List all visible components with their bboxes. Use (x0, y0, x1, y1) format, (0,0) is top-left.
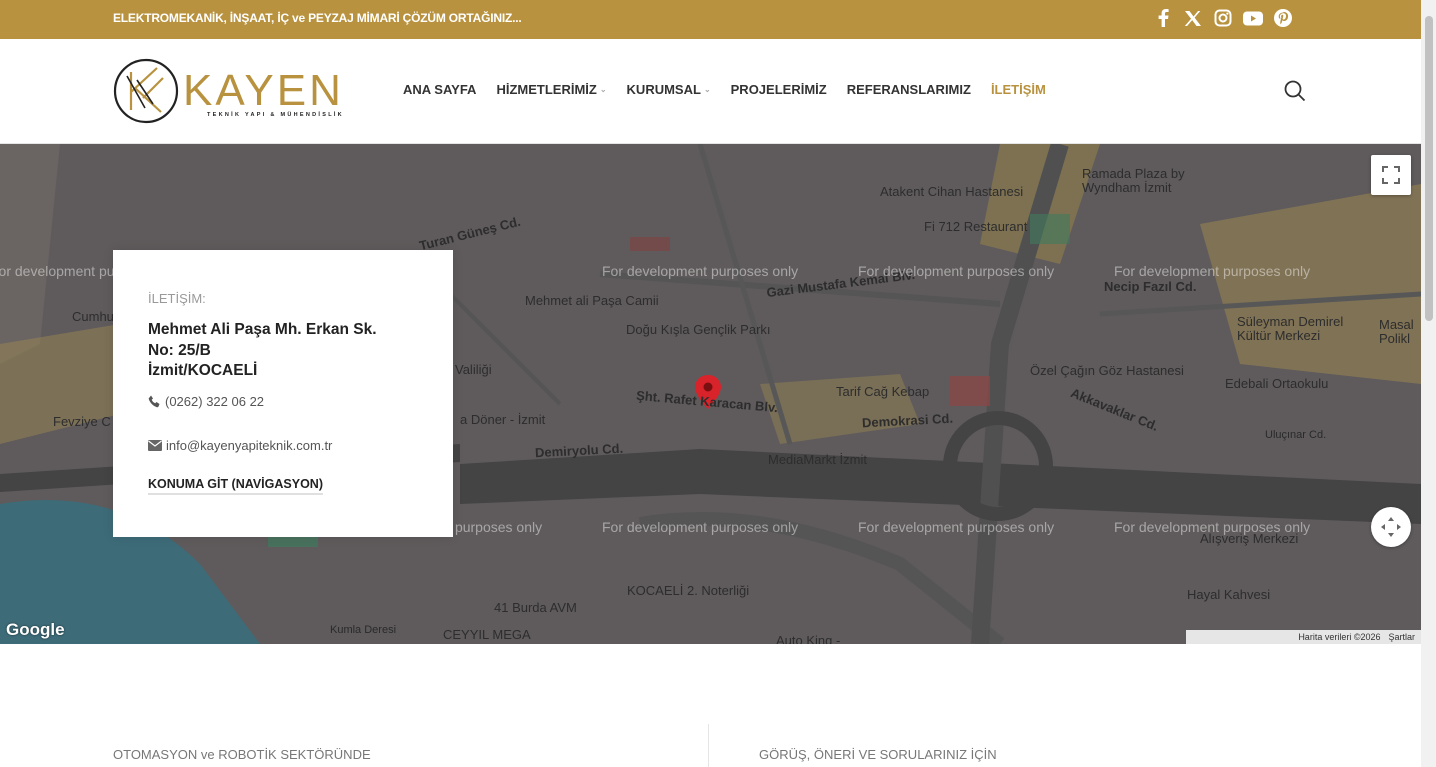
map-terms-link[interactable]: Şartlar (1388, 632, 1415, 642)
nav-label: ANA SAYFA (403, 82, 477, 97)
nav-iletisim[interactable]: İLETİŞİM (991, 82, 1046, 97)
map-poi[interactable]: Kültür Merkezi (1237, 328, 1320, 343)
map-poi[interactable]: Wyndham İzmit (1082, 180, 1171, 195)
map-street: Kumla Deresi (330, 624, 397, 636)
map-poi[interactable]: Cumhu (72, 309, 114, 324)
youtube-icon[interactable] (1243, 8, 1263, 28)
page-scrollbar[interactable] (1421, 0, 1436, 767)
logo-tagline: TEKNİK YAPI & MÜHENDİSLİK (207, 111, 344, 118)
chevron-down-icon: ⌄ (703, 85, 711, 94)
map-camera-control-icon[interactable] (1371, 507, 1411, 547)
site-header: KAYEN TEKNİK YAPI & MÜHENDİSLİK ANA SAYF… (0, 39, 1421, 144)
map-poi[interactable]: Edebali Ortaokulu (1225, 376, 1328, 391)
contact-card: İLETİŞİM: Mehmet Ali Paşa Mh. Erkan Sk. … (113, 250, 453, 537)
dev-watermark: For development purposes only (858, 519, 1055, 535)
section-divider (708, 724, 709, 767)
map-poi[interactable]: KOCAELİ 2. Noterliği (627, 583, 749, 598)
nav-label: KURUMSAL (626, 82, 701, 97)
map-poi[interactable]: Fevziye C (53, 414, 111, 429)
address-line: Mehmet Ali Paşa Mh. Erkan Sk. (148, 321, 377, 338)
contact-address: Mehmet Ali Paşa Mh. Erkan Sk. No: 25/B İ… (148, 320, 418, 382)
chevron-down-icon: ⌄ (599, 85, 607, 94)
nav-label: REFERANSLARIMIZ (846, 82, 971, 97)
scrollbar-thumb[interactable] (1425, 16, 1433, 321)
map-poi[interactable]: Atakent Cihan Hastanesi (880, 184, 1023, 199)
nav-referanslarimiz[interactable]: REFERANSLARIMIZ (847, 82, 971, 97)
nav-projelerimiz[interactable]: PROJELERİMİZ (731, 82, 827, 97)
map-attribution: Harita verileri ©2026 Şartlar (1186, 630, 1421, 644)
dev-watermark: For development purposes only (602, 263, 799, 279)
map-poi[interactable]: Süleyman Demirel (1237, 314, 1343, 329)
nav-ana-sayfa[interactable]: ANA SAYFA (403, 82, 476, 97)
map-poi[interactable]: CEYYIL MEGA (443, 627, 531, 642)
kayen-logo[interactable]: KAYEN TEKNİK YAPI & MÜHENDİSLİK (113, 58, 365, 124)
pinterest-icon[interactable] (1273, 8, 1293, 28)
social-links (1153, 8, 1293, 28)
navigation-link[interactable]: KONUMA GİT (NAVİGASYON) (148, 477, 323, 495)
map-data-credit[interactable]: Harita verileri ©2026 (1298, 632, 1380, 642)
map-poi[interactable]: Auto King - (776, 633, 840, 644)
address-line: No: 25/B (148, 341, 211, 359)
contact-phone[interactable]: (0262) 322 06 22 (148, 394, 418, 409)
email-text: info@kayenyapiteknik.com.tr (166, 437, 333, 453)
top-bar: ELEKTROMEKANİK, İNŞAAT, İÇ ve PEYZAJ MİM… (0, 0, 1421, 39)
dev-watermark: For development purposes only (602, 519, 799, 535)
map-poi[interactable]: Masal (1379, 317, 1414, 332)
map-poi[interactable]: Hayal Kahvesi (1187, 587, 1270, 602)
section-heading-feedback: GÖRÜŞ, ÖNERİ VE SORULARINIZ İÇİN (759, 747, 997, 762)
address-line: İzmit/KOCAELİ (148, 362, 258, 379)
nav-label: İLETİŞİM (990, 82, 1046, 97)
contact-email[interactable]: info@kayenyapiteknik.com.tr (148, 438, 418, 453)
x-icon[interactable] (1183, 8, 1203, 28)
phone-text: (0262) 322 06 22 (165, 393, 265, 409)
search-icon[interactable] (1284, 80, 1306, 102)
map-poi[interactable]: Doğu Kışla Gençlik Parkı (626, 322, 771, 337)
map-street: Uluçınar Cd. (1265, 429, 1327, 441)
logo-wordmark: KAYEN (183, 66, 344, 115)
map-poi[interactable]: 41 Burda AVM (494, 600, 577, 615)
phone-icon (148, 395, 160, 407)
dev-watermark: For development purposes only (1114, 263, 1311, 279)
map-poi[interactable]: Özel Çağın Göz Hastanesi (1030, 363, 1184, 378)
main-nav: ANA SAYFA HİZMETLERİMİZ ⌄ KURUMSAL ⌄ PROJE… (403, 82, 1046, 97)
map-poi[interactable]: Ramada Plaza by (1082, 166, 1185, 181)
contact-label: İLETİŞİM: (148, 291, 206, 306)
map-poi[interactable]: Valiliği (455, 362, 492, 377)
envelope-icon (148, 439, 162, 451)
top-bar-tagline: ELEKTROMEKANİK, İNŞAAT, İÇ ve PEYZAJ MİM… (113, 11, 522, 25)
nav-label: PROJELERİMİZ (730, 82, 827, 97)
map-poi[interactable]: Polikl (1379, 331, 1410, 346)
map-street: Necip Fazıl Cd. (1104, 279, 1197, 294)
nav-hizmetlerimiz[interactable]: HİZMETLERİMİZ ⌄ (496, 82, 606, 97)
map-poi[interactable]: Mehmet ali Paşa Camii (525, 293, 659, 308)
map-poi[interactable]: Fi 712 Restaurant (924, 219, 1027, 234)
fullscreen-icon[interactable] (1371, 155, 1411, 195)
dev-watermark: For development purposes only (858, 263, 1055, 279)
dev-watermark: For development purposes only (1114, 519, 1311, 535)
map-poi[interactable]: Tarif Cağ Kebap (836, 384, 929, 399)
nav-kurumsal[interactable]: KURUMSAL ⌄ (627, 82, 711, 97)
section-heading-automation: OTOMASYON ve ROBOTİK SEKTÖRÜNDE (113, 747, 371, 762)
map-poi[interactable]: a Döner - İzmit (460, 412, 545, 427)
facebook-icon[interactable] (1153, 8, 1173, 28)
google-logo[interactable]: Google (6, 620, 65, 640)
nav-label: HİZMETLERİMİZ (496, 82, 597, 97)
map-poi[interactable]: MediaMarkt İzmit (768, 452, 867, 467)
instagram-icon[interactable] (1213, 8, 1233, 28)
